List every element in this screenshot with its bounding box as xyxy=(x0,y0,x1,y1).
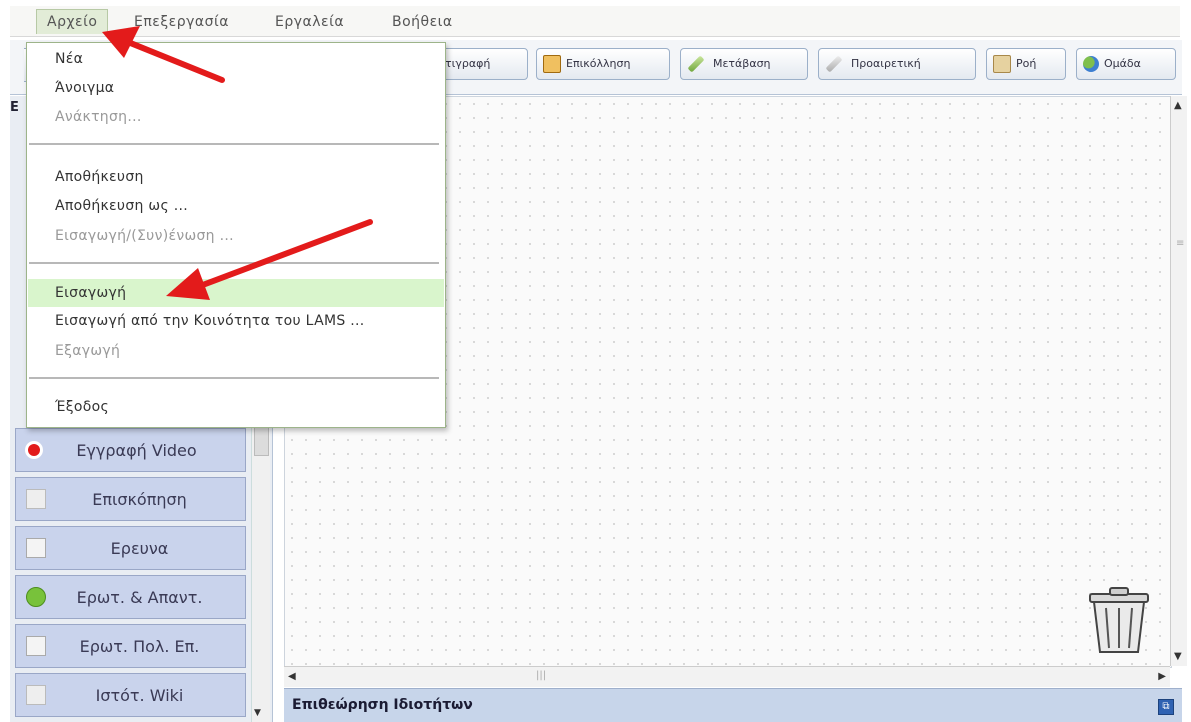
list-icon xyxy=(26,636,46,656)
scroll-left-icon[interactable]: ◀ xyxy=(288,671,296,682)
tool-label: Ερευνα xyxy=(110,538,169,558)
menu-item-export: Εξαγωγή xyxy=(55,343,121,359)
transition-button-label: Μετάβαση xyxy=(713,57,771,70)
menu-item-open[interactable]: Άνοιγμα xyxy=(55,80,114,96)
expand-icon[interactable]: ⧉ xyxy=(1158,699,1174,715)
menu-bar: Αρχείο Επεξεργασία Εργαλεία Βοήθεια xyxy=(10,6,1180,37)
tool-survey[interactable]: Ερευνα xyxy=(15,526,246,570)
wiki-icon xyxy=(26,685,46,705)
group-button[interactable]: Ομάδα xyxy=(1076,48,1176,80)
tool-label: Ερωτ. Πολ. Επ. xyxy=(79,636,200,656)
menu-separator xyxy=(29,262,439,264)
paste-button-label: Επικόλληση xyxy=(566,57,631,70)
record-icon xyxy=(28,444,40,456)
tool-qa[interactable]: Ερωτ. & Απαντ. xyxy=(15,575,246,619)
tool-wiki[interactable]: Ιστότ. Wiki xyxy=(15,673,246,717)
paste-button[interactable]: Επικόλληση xyxy=(536,48,670,80)
palette-header: E xyxy=(10,100,19,115)
lams-authoring-window: Αρχείο Επεξεργασία Εργαλεία Βοήθεια τιγρ… xyxy=(0,0,1191,722)
menu-item-save-as[interactable]: Αποθήκευση ως ... xyxy=(55,198,188,214)
menu-separator xyxy=(29,377,439,379)
palette-scrollbar[interactable]: ▼ xyxy=(251,410,270,722)
canvas-horizontal-scrollbar[interactable]: ◀ ||| ▶ xyxy=(284,666,1170,687)
trash-icon[interactable] xyxy=(1084,584,1154,656)
tool-video-recorder[interactable]: Εγγραφή Video xyxy=(15,428,246,472)
menu-item-import-merge: Εισαγωγή/(Συν)ένωση ... xyxy=(55,228,234,244)
group-icon xyxy=(1083,56,1099,72)
pencil-icon xyxy=(687,55,705,73)
pencil-gray-icon xyxy=(825,55,843,73)
menu-separator xyxy=(29,143,439,145)
properties-panel: Επιθεώρηση Ιδιοτήτων ⧉ xyxy=(284,688,1182,722)
transition-button[interactable]: Μετάβαση xyxy=(680,48,808,80)
menu-item-save[interactable]: Αποθήκευση xyxy=(55,169,144,185)
scroll-down-icon[interactable]: ▼ xyxy=(254,708,261,718)
optional-button[interactable]: Προαιρετική xyxy=(818,48,976,80)
group-button-label: Ομάδα xyxy=(1104,57,1141,70)
menu-item-exit[interactable]: Έξοδος xyxy=(55,399,109,415)
tool-mcq[interactable]: Ερωτ. Πολ. Επ. xyxy=(15,624,246,668)
checklist-icon xyxy=(26,538,46,558)
flow-icon xyxy=(993,55,1011,73)
menu-edit[interactable]: Επεξεργασία xyxy=(134,10,229,34)
menu-item-import-community[interactable]: Εισαγωγή από την Κοινότητα του LAMS ... xyxy=(55,313,365,329)
copy-button-label: τιγραφή xyxy=(445,57,491,70)
scroll-grip-icon: ||| xyxy=(536,670,547,681)
optional-button-label: Προαιρετική xyxy=(851,57,921,70)
tool-label: Επισκόπηση xyxy=(92,489,187,509)
properties-title: Επιθεώρηση Ιδιοτήτων xyxy=(292,697,473,713)
document-icon xyxy=(26,489,46,509)
scroll-up-icon[interactable]: ▲ xyxy=(1174,100,1182,111)
menu-help[interactable]: Βοήθεια xyxy=(392,10,453,34)
scroll-grip-icon: ≡ xyxy=(1176,238,1185,249)
scroll-right-icon[interactable]: ▶ xyxy=(1158,671,1166,682)
menu-file[interactable]: Αρχείο xyxy=(36,9,109,34)
menu-item-recover: Ανάκτηση... xyxy=(55,109,142,125)
copy-button[interactable]: τιγραφή xyxy=(438,48,528,80)
flow-button[interactable]: Ροή xyxy=(986,48,1066,80)
question-icon xyxy=(26,587,46,607)
tool-label: Ιστότ. Wiki xyxy=(95,685,184,705)
tool-label: Εγγραφή Video xyxy=(76,440,197,460)
menu-item-new[interactable]: Νέα xyxy=(55,51,83,67)
tool-preview[interactable]: Επισκόπηση xyxy=(15,477,246,521)
canvas-vertical-scrollbar[interactable]: ▲ ≡ ▼ xyxy=(1170,96,1187,666)
flow-button-label: Ροή xyxy=(1016,57,1037,70)
clipboard-icon xyxy=(543,55,561,73)
scroll-down-icon[interactable]: ▼ xyxy=(1174,651,1182,662)
menu-item-import[interactable]: Εισαγωγή xyxy=(28,279,444,307)
file-menu-dropdown: Νέα Άνοιγμα Ανάκτηση... Αποθήκευση Αποθή… xyxy=(26,42,446,428)
menu-tools[interactable]: Εργαλεία xyxy=(275,10,344,34)
tool-label: Ερωτ. & Απαντ. xyxy=(76,587,203,607)
